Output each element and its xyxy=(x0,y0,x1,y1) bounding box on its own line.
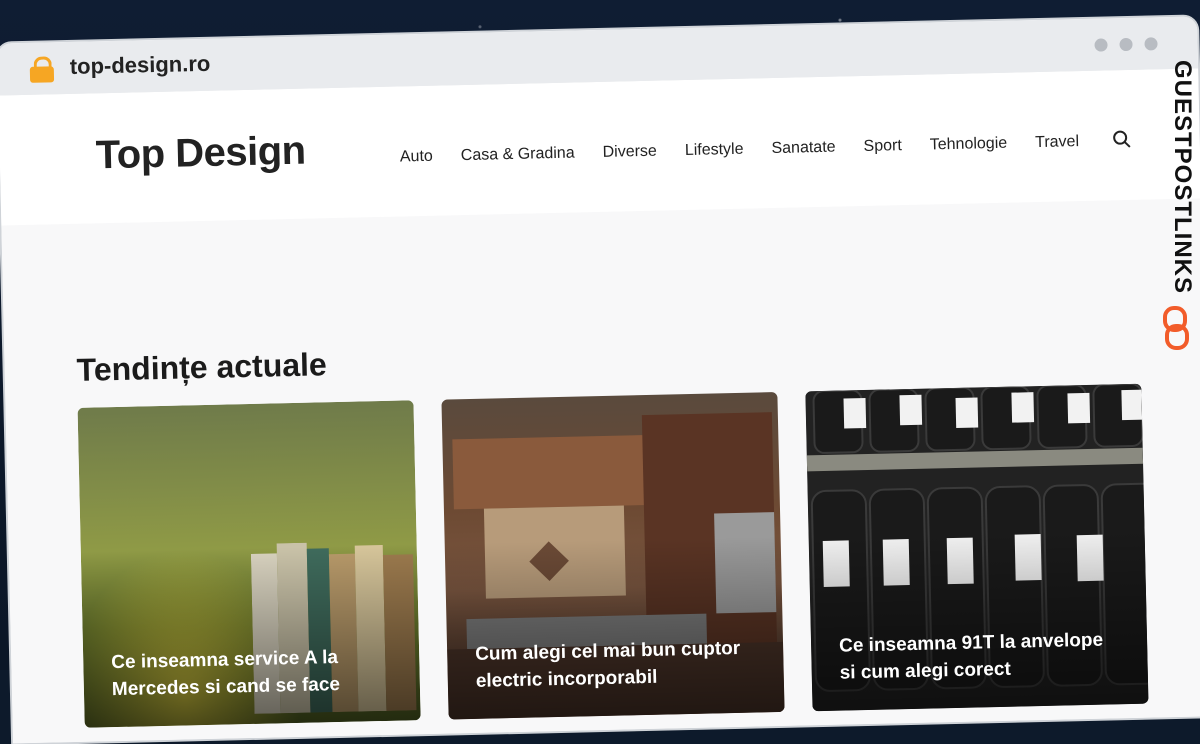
browser-window: top-design.ro Top Design Auto Casa & Gra… xyxy=(0,16,1200,744)
screenshot-stage: top-design.ro Top Design Auto Casa & Gra… xyxy=(0,0,1200,744)
article-card[interactable]: Cum alegi cel mai bun cuptor electric in… xyxy=(441,391,785,720)
nav-item-tehnologie[interactable]: Tehnologie xyxy=(930,135,1008,155)
window-dot-3[interactable] xyxy=(1144,37,1158,51)
watermark-text: GUESTPOSTLINKS xyxy=(1169,60,1196,295)
main-content: Tendințe actuale Ce inseamna service A l… xyxy=(1,198,1200,744)
window-dot-2[interactable] xyxy=(1119,37,1133,52)
card-title[interactable]: Cum alegi cel mai bun cuptor electric in… xyxy=(475,634,760,694)
nav-item-auto[interactable]: Auto xyxy=(400,148,433,167)
link-icon xyxy=(1163,306,1189,350)
article-card[interactable]: Ce inseamna 91T la anvelope si cum alegi… xyxy=(805,383,1149,712)
search-icon[interactable] xyxy=(1112,130,1131,148)
nav-item-sanatate[interactable]: Sanatate xyxy=(771,139,835,158)
lock-icon xyxy=(29,56,55,83)
article-card[interactable]: Ce inseamna service A la Mercedes si can… xyxy=(77,400,421,728)
window-dot-1[interactable] xyxy=(1094,38,1108,52)
nav-item-diverse[interactable]: Diverse xyxy=(602,143,657,162)
section-title: Tendințe actuale xyxy=(76,346,328,388)
main-nav: Auto Casa & Gradina Diverse Lifestyle Sa… xyxy=(400,133,1080,166)
nav-item-travel[interactable]: Travel xyxy=(1035,133,1079,152)
site-logo[interactable]: Top Design xyxy=(95,129,306,179)
nav-item-sport[interactable]: Sport xyxy=(863,137,902,156)
nav-item-lifestyle[interactable]: Lifestyle xyxy=(685,141,744,160)
card-title[interactable]: Ce inseamna service A la Mercedes si can… xyxy=(111,643,396,703)
card-title[interactable]: Ce inseamna 91T la anvelope si cum alegi… xyxy=(839,626,1124,686)
watermark-brand: GUESTPOSTLINKS xyxy=(1156,60,1196,360)
nav-item-casa-gradina[interactable]: Casa & Gradina xyxy=(461,145,575,166)
address-bar[interactable]: top-design.ro xyxy=(69,51,210,80)
window-controls xyxy=(1094,37,1158,52)
